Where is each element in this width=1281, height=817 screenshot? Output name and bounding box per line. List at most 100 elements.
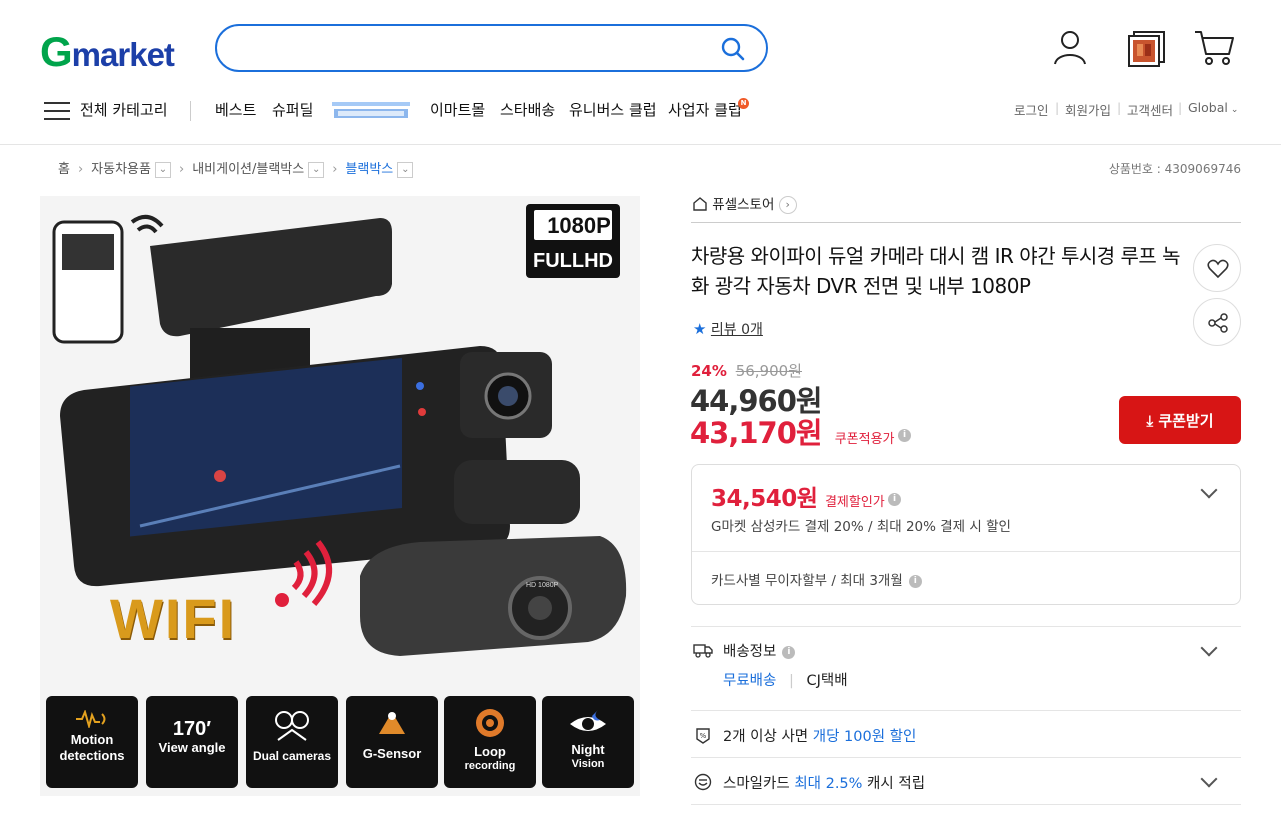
hamburger-icon[interactable] [44, 101, 70, 125]
nav-item-emart[interactable]: 이마트몰 [430, 98, 485, 122]
signup-link[interactable]: 회원가입 [1065, 100, 1111, 119]
installment-text: 카드사별 무이자할부 / 최대 3개월 [711, 573, 903, 589]
global-link[interactable]: Global ⌄ [1188, 100, 1238, 115]
night-vision-icon [542, 708, 634, 742]
feature-loop-recording: Loop recording [444, 696, 536, 788]
dual-camera-icon [246, 710, 338, 748]
breadcrumb-item[interactable]: 자동차용품 [91, 162, 151, 177]
wifi-text: WIFI [110, 587, 237, 650]
share-button[interactable] [1193, 298, 1241, 346]
product-image[interactable]: 1080P FULLHD WIFI HD 1080P Motion detect… [40, 196, 640, 796]
chevron-down-icon[interactable]: ⌄ [308, 161, 325, 178]
discount-tag-icon: % [694, 727, 712, 749]
camera-label: HD 1080P [526, 582, 559, 589]
wishlist-button[interactable] [1193, 244, 1241, 292]
info-icon[interactable]: i [897, 428, 911, 442]
review-link[interactable]: ★ 리뷰 0개 [693, 319, 763, 339]
chevron-down-icon: ⌄ [1230, 105, 1239, 115]
resolution-badge-top: 1080P [547, 213, 611, 238]
chevron-right-icon: › [778, 196, 797, 214]
search-bar [215, 24, 768, 72]
feature-dual-cameras: Dual cameras [246, 696, 338, 788]
smile-card-text: 스마일카드 [723, 776, 795, 792]
chevron-right-icon: › [178, 162, 185, 177]
login-link[interactable]: 로그인 [1014, 100, 1049, 119]
store-link[interactable]: 퓨셀스토어 › [692, 193, 797, 215]
logo-text: market [71, 36, 175, 73]
all-categories[interactable]: 전체 카테고리 [80, 98, 168, 122]
section-divider [691, 804, 1241, 805]
coupon-price-label: 쿠폰적용가 [834, 432, 895, 447]
search-icon[interactable] [720, 36, 746, 66]
smile-icon [694, 773, 712, 795]
info-icon[interactable]: i [782, 645, 796, 659]
chevron-down-icon[interactable] [1200, 639, 1218, 657]
payment-price-row: 34,540원 결제할인가 i [711, 479, 901, 513]
breadcrumb-home[interactable]: 홈 [58, 162, 70, 177]
nav-item-business-club[interactable]: 사업자 클럽 [668, 98, 742, 122]
shipping-carrier: CJ택배 [806, 673, 848, 689]
chevron-right-icon: › [332, 162, 338, 177]
shipping-divider: | [788, 673, 794, 689]
product-number: 상품번호 : 4309069746 [1108, 162, 1241, 176]
coupon-button-label: 쿠폰받기 [1158, 411, 1214, 430]
logo-g: G [40, 28, 73, 75]
download-icon: ⤓ [1146, 411, 1154, 430]
chevron-right-icon: › [77, 162, 84, 177]
feature-line1: Motion [70, 732, 114, 747]
feature-night-vision: Night Vision [542, 696, 634, 788]
store-name: 퓨셀스토어 [712, 197, 775, 213]
section-divider [691, 626, 1241, 627]
customer-center-link[interactable]: 고객센터 [1127, 100, 1173, 119]
smile-card-cashback: 스마일카드 최대 2.5% 캐시 적립 [723, 772, 925, 793]
svg-text:%: % [700, 732, 707, 740]
truck-icon [693, 642, 713, 662]
breadcrumb-item[interactable]: 내비게이션/블랙박스 [192, 162, 304, 177]
heart-icon [1207, 259, 1229, 283]
new-badge: N [738, 98, 749, 109]
loop-icon [444, 706, 536, 744]
info-icon[interactable]: i [887, 493, 901, 506]
feature-line2: G-Sensor [362, 746, 422, 761]
chevron-down-icon[interactable]: ⌄ [154, 161, 171, 178]
multi-buy-highlight: 개당 100원 할인 [812, 729, 917, 745]
feature-line1: Night [571, 742, 605, 757]
info-icon[interactable]: i [908, 574, 922, 588]
search-input[interactable] [237, 26, 717, 66]
section-divider [691, 710, 1241, 711]
home-icon [692, 196, 708, 215]
feature-line2: View angle [158, 740, 226, 755]
payment-price-label: 결제할인가 [824, 495, 885, 510]
feature-g-sensor: G-Sensor [346, 696, 438, 788]
header-divider [0, 144, 1281, 145]
feature-line2: Vision [571, 758, 605, 770]
multi-buy-discount: 2개 이상 사면 개당 100원 할인 [723, 725, 916, 746]
nav-banner-image[interactable] [332, 100, 410, 120]
chevron-down-icon[interactable]: ⌄ [397, 161, 414, 178]
smile-card-highlight: 최대 2.5% [794, 776, 863, 792]
coupon-download-button[interactable]: ⤓ 쿠폰받기 [1119, 396, 1241, 444]
cart-icon[interactable] [1193, 28, 1235, 72]
payment-description: G마켓 삼성카드 결제 20% / 최대 20% 결제 시 할인 [711, 519, 1011, 535]
nav-item-superdeal[interactable]: 슈퍼딜 [272, 98, 313, 122]
recent-items-icon[interactable] [1128, 30, 1166, 72]
feature-line2: recording [464, 760, 516, 772]
star-icon: ★ [693, 320, 707, 338]
nav-item-star-delivery[interactable]: 스타배송 [500, 98, 555, 122]
global-label: Global [1188, 100, 1228, 115]
util-divider: | [1055, 100, 1060, 115]
shipping-label-row: 배송정보 i [723, 640, 796, 661]
nav-item-universe-club[interactable]: 유니버스 클럽 [569, 98, 657, 122]
store-divider [691, 222, 1241, 223]
feature-motion-detection: Motion detections [46, 696, 138, 788]
box-divider [692, 551, 1240, 552]
share-icon [1207, 312, 1229, 338]
motion-icon [46, 709, 138, 732]
breadcrumb-current[interactable]: 블랙박스 [345, 162, 393, 177]
user-icon[interactable] [1052, 28, 1088, 70]
util-divider: | [1117, 100, 1122, 115]
nav-item-best[interactable]: 베스트 [215, 98, 256, 122]
chevron-down-icon[interactable] [1200, 770, 1218, 788]
gmarket-logo[interactable]: Gmarket [40, 28, 175, 76]
resolution-badge-bottom: FULLHD [533, 250, 613, 272]
